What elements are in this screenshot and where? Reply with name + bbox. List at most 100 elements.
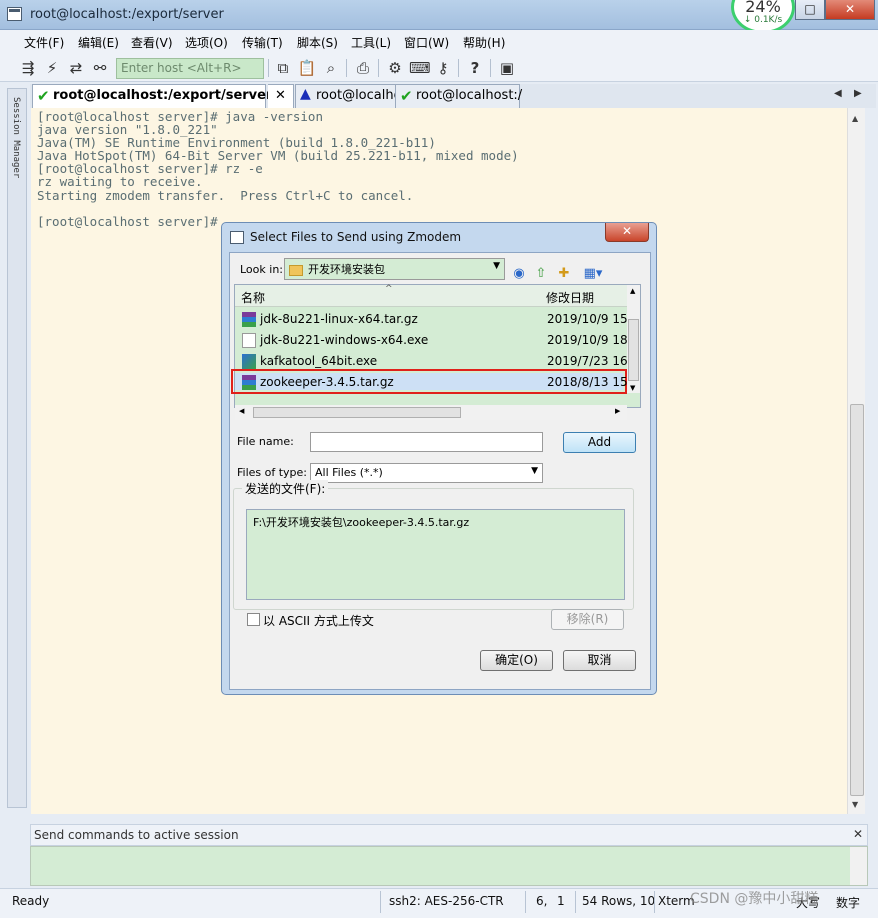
column-date[interactable]: 修改日期 bbox=[546, 289, 594, 306]
scroll-down-icon[interactable]: ▼ bbox=[852, 800, 858, 809]
file-row[interactable]: jdk-8u221-linux-x64.tar.gz 2019/10/9 15: bbox=[240, 310, 632, 330]
toolbar-separator bbox=[268, 59, 269, 77]
net-monitor-badge[interactable]: 24% ↓ 0.1K/s bbox=[731, 0, 795, 34]
net-speed-value: 0.1K/s bbox=[754, 15, 783, 25]
cancel-button[interactable]: 取消 bbox=[563, 650, 636, 671]
toolbar-separator bbox=[490, 59, 491, 77]
remove-button[interactable]: 移除(R) bbox=[551, 609, 624, 630]
disconnect-icon[interactable]: ⚯ bbox=[90, 58, 110, 78]
folder-icon bbox=[289, 264, 303, 276]
tab-label: root@localhost:/ bbox=[416, 88, 523, 103]
menu-view[interactable]: 查看(V) bbox=[131, 34, 173, 51]
close-button[interactable]: ✕ bbox=[825, 0, 875, 20]
column-name[interactable]: 名称 bbox=[241, 289, 265, 306]
sftp-icon[interactable]: ▣ bbox=[497, 58, 517, 78]
back-icon[interactable]: ◉ bbox=[511, 266, 527, 282]
chevron-down-icon: ▼ bbox=[493, 261, 500, 271]
find-icon[interactable]: ⌕ bbox=[321, 58, 341, 78]
net-percent: 24% bbox=[745, 0, 781, 16]
file-list-header: 名称 ^ 修改日期 bbox=[235, 284, 627, 307]
send-commands-scrollbar[interactable] bbox=[850, 847, 867, 885]
maximize-button[interactable]: □ bbox=[795, 0, 825, 20]
status-rows: 54 Rows, 10 bbox=[582, 894, 656, 908]
scrollbar-thumb[interactable] bbox=[628, 319, 639, 381]
tab-label: root@localhost:/export/server bbox=[53, 88, 273, 103]
add-button[interactable]: Add bbox=[563, 432, 636, 453]
tab-export-server[interactable]: ✔ root@localhost:/export/server bbox=[32, 84, 272, 109]
file-row[interactable]: kafkatool_64bit.exe 2019/7/23 16: bbox=[240, 352, 632, 372]
send-commands-input[interactable] bbox=[30, 846, 868, 886]
scrollbar-thumb[interactable] bbox=[253, 407, 461, 418]
file-type-select[interactable]: All Files (*.*) ▼ bbox=[310, 463, 543, 483]
tab-scroll-left-icon[interactable]: ◀ bbox=[834, 88, 842, 99]
file-type-label: Files of type: bbox=[237, 466, 308, 479]
session-manager-label: Session Manager bbox=[11, 97, 21, 179]
scrollbar-thumb[interactable] bbox=[850, 404, 864, 796]
key-icon[interactable]: ⚷ bbox=[433, 58, 453, 78]
help-icon[interactable]: ? bbox=[465, 58, 485, 78]
file-list-vscroll[interactable]: ▲ ▼ bbox=[627, 285, 640, 393]
tab-scroll-right-icon[interactable]: ▶ bbox=[854, 88, 862, 99]
dialog-close-button[interactable]: ✕ bbox=[605, 223, 649, 242]
tab-close-icon[interactable]: ✕ bbox=[268, 84, 294, 108]
host-input[interactable]: Enter host <Alt+R> bbox=[116, 58, 264, 79]
status-cipher: ssh2: AES-256-CTR bbox=[389, 894, 504, 908]
menu-script[interactable]: 脚本(S) bbox=[297, 34, 338, 51]
menu-tools[interactable]: 工具(L) bbox=[351, 34, 391, 51]
paste-icon[interactable]: 📋 bbox=[297, 58, 317, 78]
file-name-input[interactable] bbox=[310, 432, 543, 452]
file-row[interactable]: jdk-8u221-windows-x64.exe 2019/10/9 18: bbox=[240, 331, 632, 351]
terminal-scrollbar[interactable]: ▲ ▼ bbox=[847, 108, 865, 814]
send-files-label: 发送的文件(F): bbox=[242, 480, 329, 497]
tab-root-2[interactable]: ✔ root@localhost:/ bbox=[395, 84, 523, 108]
toolbar-separator bbox=[346, 59, 347, 77]
file-date: 2019/7/23 16: bbox=[547, 354, 632, 368]
archive-icon bbox=[242, 312, 256, 327]
send-commands-close-icon[interactable]: ✕ bbox=[853, 827, 863, 841]
sort-asc-icon: ^ bbox=[385, 284, 393, 294]
ok-button[interactable]: 确定(O) bbox=[480, 650, 553, 671]
send-files-list[interactable]: F:\开发环境安装包\zookeeper-3.4.5.tar.gz bbox=[246, 509, 625, 600]
print-icon[interactable]: ⎙ bbox=[353, 58, 373, 78]
view-menu-icon[interactable]: ▦▾ bbox=[580, 266, 606, 282]
warning-icon: ▲ bbox=[300, 86, 311, 102]
menu-help[interactable]: 帮助(H) bbox=[463, 34, 505, 51]
status-ready: Ready bbox=[12, 894, 50, 908]
look-in-label: Look in: bbox=[240, 263, 283, 276]
reconnect-icon[interactable]: ⇄ bbox=[66, 58, 86, 78]
exe-icon bbox=[242, 333, 256, 348]
scroll-up-icon[interactable]: ▲ bbox=[852, 114, 858, 123]
status-cursor-col: 1 bbox=[557, 894, 565, 908]
status-cursor-row: 6, bbox=[536, 894, 548, 908]
settings-icon[interactable]: ⚙ bbox=[385, 58, 405, 78]
connected-check-icon: ✔ bbox=[37, 87, 50, 105]
menu-window[interactable]: 窗口(W) bbox=[404, 34, 449, 51]
quick-connect-icon[interactable]: ⚡ bbox=[42, 58, 62, 78]
new-folder-icon[interactable]: ✚ bbox=[556, 266, 572, 282]
scroll-right-icon[interactable]: ▶ bbox=[615, 407, 620, 415]
file-name: kafkatool_64bit.exe bbox=[260, 354, 378, 368]
copy-icon[interactable]: ⧉ bbox=[273, 58, 293, 78]
look-in-combo[interactable]: 开发环境安装包 ▼ bbox=[284, 258, 505, 280]
send-commands-bar: Send commands to active session ✕ bbox=[30, 824, 868, 846]
archive-icon bbox=[242, 375, 256, 390]
menu-transfer[interactable]: 传输(T) bbox=[242, 34, 283, 51]
menu-edit[interactable]: 编辑(E) bbox=[78, 34, 119, 51]
connect-icon[interactable]: ⇶ bbox=[18, 58, 38, 78]
connected-check-icon: ✔ bbox=[400, 87, 413, 105]
keymap-icon[interactable]: ⌨ bbox=[409, 58, 431, 78]
app-terminal-icon bbox=[7, 7, 22, 21]
scroll-left-icon[interactable]: ◀ bbox=[239, 407, 244, 415]
window-title: root@localhost:/export/server bbox=[30, 7, 224, 22]
menu-file[interactable]: 文件(F) bbox=[24, 34, 64, 51]
session-manager-strip[interactable]: Session Manager bbox=[7, 88, 27, 808]
ascii-checkbox[interactable] bbox=[247, 613, 260, 626]
file-list-hscroll[interactable]: ◀ ▶ bbox=[235, 405, 627, 420]
file-row-selected[interactable]: zookeeper-3.4.5.tar.gz 2018/8/13 15 bbox=[240, 373, 628, 393]
menu-options[interactable]: 选项(O) bbox=[185, 34, 228, 51]
status-divider bbox=[525, 891, 526, 913]
send-file-item[interactable]: F:\开发环境安装包\zookeeper-3.4.5.tar.gz bbox=[253, 514, 618, 530]
scroll-up-icon[interactable]: ▲ bbox=[630, 287, 635, 295]
up-folder-icon[interactable]: ⇧ bbox=[533, 266, 549, 282]
scroll-down-icon[interactable]: ▼ bbox=[630, 384, 635, 392]
